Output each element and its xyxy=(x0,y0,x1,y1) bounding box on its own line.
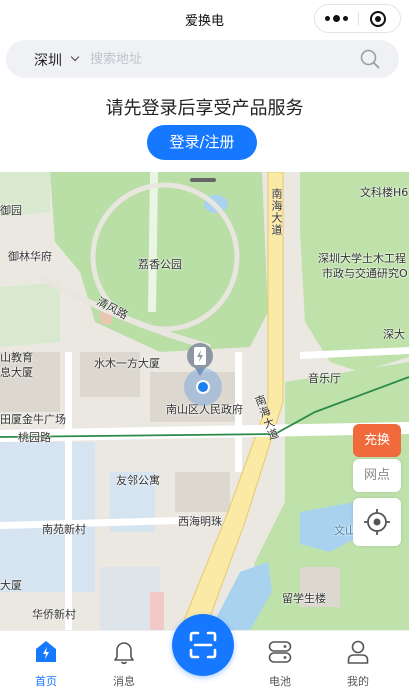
map-label: 御园 xyxy=(0,204,22,217)
stations-button[interactable]: 网点 xyxy=(353,459,401,492)
map-label: 荔香公园 xyxy=(138,258,182,271)
drag-handle[interactable] xyxy=(190,178,216,182)
map-label: 友邻公寓 xyxy=(116,474,160,487)
map-label: 御林华府 xyxy=(8,250,52,263)
mini-program-capsule[interactable] xyxy=(314,4,401,33)
map-label: 留学生楼 xyxy=(282,592,326,605)
title-bar: 爱换电 xyxy=(0,0,409,38)
map-view[interactable]: 文科楼H6 御园 御林华府 荔香公园 深圳大学土木工程 市政与交通研究O 深大 … xyxy=(0,172,409,630)
user-icon xyxy=(347,640,369,664)
map-label: 田厦金牛广场 xyxy=(0,413,66,426)
map-label: 桃园路 xyxy=(18,431,51,444)
search-input[interactable] xyxy=(90,48,350,70)
map-label: 水木一方大厦 xyxy=(94,357,160,370)
tab-label: 我的 xyxy=(347,675,369,688)
tab-battery[interactable]: 电池 xyxy=(240,631,320,700)
home-icon xyxy=(36,641,56,662)
swap-button[interactable]: 充换 xyxy=(353,424,401,457)
city-selector[interactable]: 深圳 xyxy=(34,50,62,70)
map-label: 华侨新村 xyxy=(32,608,76,621)
search-icon[interactable] xyxy=(360,49,380,69)
map-label: 市政与交通研究O xyxy=(322,267,408,280)
chevron-down-icon[interactable] xyxy=(70,52,80,62)
map-label: 文科楼H6 xyxy=(360,186,409,199)
map-label: 息大厦 xyxy=(0,366,33,379)
tab-label: 消息 xyxy=(113,675,135,688)
bell-icon xyxy=(114,642,134,665)
tab-label: 电池 xyxy=(269,675,291,688)
crosshair-icon xyxy=(364,509,390,535)
login-prompt: 请先登录后享受产品服务 xyxy=(105,98,304,119)
close-target-icon[interactable] xyxy=(370,11,386,27)
map-label: 音乐厅 xyxy=(308,372,341,385)
scan-button[interactable] xyxy=(172,614,234,676)
map-label: 深大 xyxy=(383,328,405,341)
map-label: 深圳大学土木工程 xyxy=(318,252,406,265)
map-label: 南苑新村 xyxy=(42,523,86,536)
search-bar: 深圳 xyxy=(6,40,399,78)
login-register-button[interactable]: 登录/注册 xyxy=(147,125,257,160)
map-label: 山教育 xyxy=(0,351,33,364)
tab-label: 首页 xyxy=(35,675,57,688)
more-icon[interactable] xyxy=(315,5,358,32)
tab-home[interactable]: 首页 xyxy=(6,631,86,700)
locate-button[interactable] xyxy=(353,498,401,546)
scan-icon xyxy=(189,631,217,659)
map-label: 西海明珠 xyxy=(178,515,222,528)
battery-icon xyxy=(268,641,292,663)
road-label: 南海大道 xyxy=(270,188,283,236)
tab-profile[interactable]: 我的 xyxy=(318,631,398,700)
current-location-icon xyxy=(184,368,222,406)
capsule-divider xyxy=(358,12,359,26)
map-label: 大厦 xyxy=(0,579,22,592)
tab-messages[interactable]: 消息 xyxy=(84,631,164,700)
